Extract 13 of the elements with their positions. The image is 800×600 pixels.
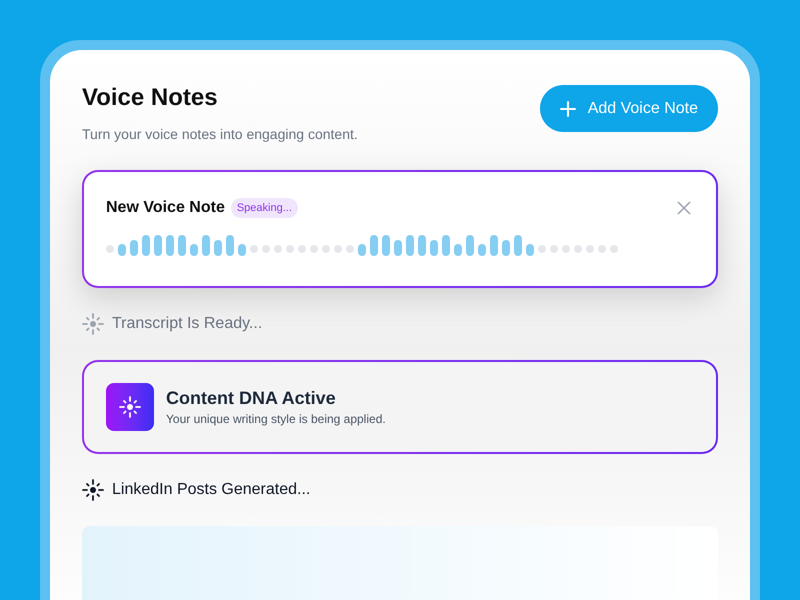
plus-icon xyxy=(560,100,576,116)
page-subtitle: Turn your voice notes into engaging content. xyxy=(82,125,358,144)
sparkle-icon xyxy=(119,396,141,418)
speaking-badge: Speaking... xyxy=(230,198,298,218)
page-title: Voice Notes xyxy=(82,84,219,112)
sparkle-icon xyxy=(82,479,104,501)
status-text: LinkedIn Posts Generated... xyxy=(112,480,310,500)
add-voice-note-button[interactable]: Add Voice Note xyxy=(540,85,718,132)
voice-note-title: New Voice Note xyxy=(106,198,225,218)
sparkle-icon xyxy=(82,313,104,335)
card-description: Your unique writing style is being applied. xyxy=(166,411,386,428)
card-title: Content DNA Active xyxy=(166,387,337,410)
status-text: Transcript Is Ready... xyxy=(112,314,262,334)
